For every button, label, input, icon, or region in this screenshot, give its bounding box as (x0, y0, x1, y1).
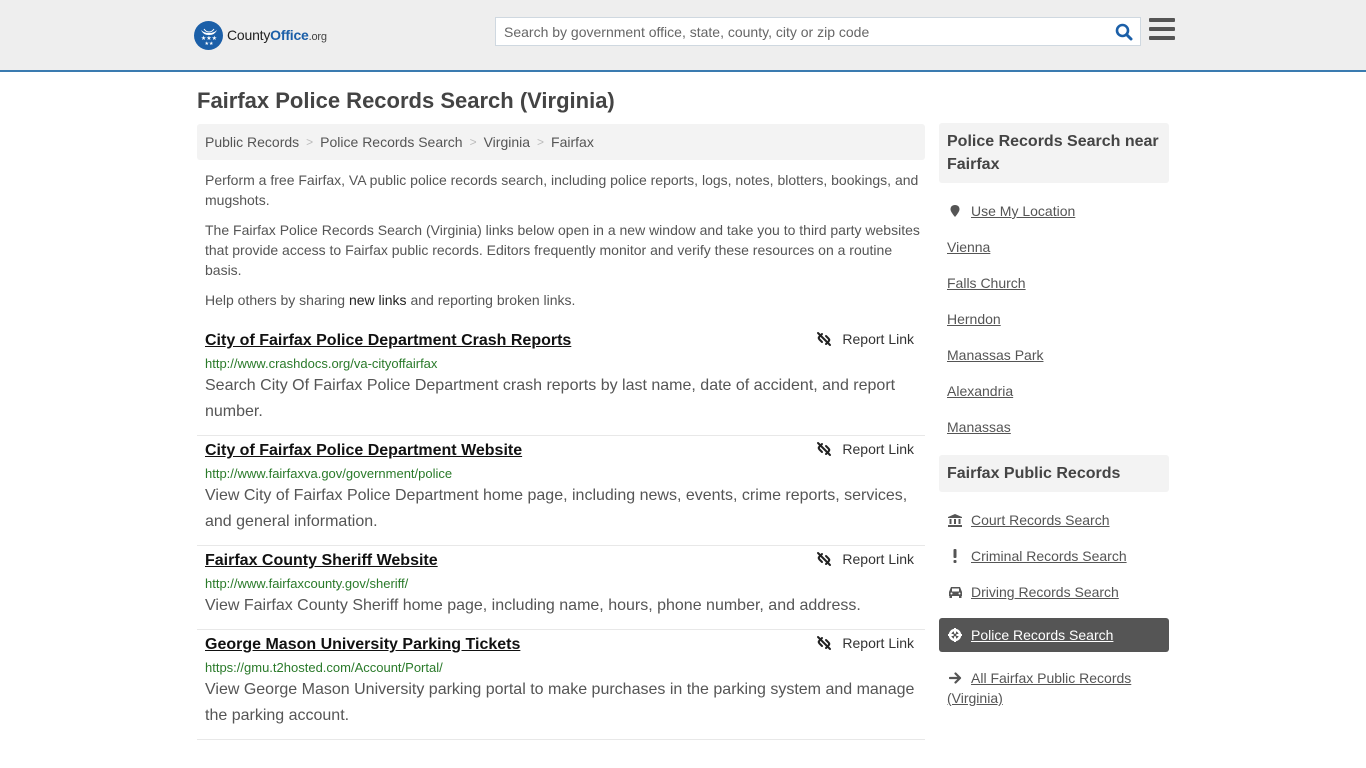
police-records-link[interactable]: Police Records Search (971, 625, 1113, 645)
broken-link-icon (817, 332, 832, 346)
breadcrumb-separator: > (306, 135, 314, 149)
city-link-falls-church[interactable]: Falls Church (947, 273, 1026, 293)
result-description: View George Mason University parking por… (205, 681, 915, 724)
public-records-list: Court Records Search Criminal Records Se… (939, 492, 1169, 708)
site-header: ★★★ ★★ CountyOffice.org (0, 0, 1366, 72)
breadcrumb-police-records-search[interactable]: Police Records Search (320, 134, 462, 150)
breadcrumb-public-records[interactable]: Public Records (205, 134, 299, 150)
eagle-stars-logo-icon: ★★★ ★★ (194, 20, 223, 50)
result-item: City of Fairfax Police Department Websit… (197, 436, 925, 546)
report-link-button[interactable]: Report Link (816, 331, 914, 347)
public-records-item: Driving Records Search (947, 582, 1161, 602)
nearby-city-item: Alexandria (947, 381, 1161, 401)
city-link-alexandria[interactable]: Alexandria (947, 381, 1013, 401)
all-public-records-item: All Fairfax Public Records (Virginia) (947, 668, 1161, 708)
public-records-item-active: Police Records Search (939, 618, 1169, 652)
intro-paragraph-2: The Fairfax Police Records Search (Virgi… (205, 222, 920, 278)
result-title-link[interactable]: Fairfax County Sheriff Website (205, 550, 438, 572)
breadcrumb-virginia[interactable]: Virginia (484, 134, 530, 150)
public-records-item: Criminal Records Search (947, 546, 1161, 566)
result-description: View Fairfax County Sheriff home page, i… (205, 597, 861, 614)
intro-paragraph-3: Help others by sharing new links and rep… (205, 292, 576, 308)
logo-text: CountyOffice.org (227, 27, 327, 43)
courthouse-icon (947, 510, 963, 530)
breadcrumb-separator: > (469, 135, 477, 149)
breadcrumb-separator: > (537, 135, 545, 149)
arrow-right-icon (947, 668, 963, 688)
report-link-button[interactable]: Report Link (816, 635, 914, 651)
result-url: https://gmu.t2hosted.com/Account/Portal/ (205, 660, 443, 675)
site-logo[interactable]: ★★★ ★★ CountyOffice.org (194, 20, 327, 50)
result-url: http://www.fairfaxva.gov/government/poli… (205, 466, 453, 481)
svg-text:★★: ★★ (204, 41, 213, 46)
nearby-list: Use My Location Vienna Falls Church Hern… (939, 183, 1169, 437)
breadcrumb-fairfax[interactable]: Fairfax (551, 134, 594, 150)
search-input[interactable] (496, 18, 1108, 45)
broken-link-icon (817, 442, 832, 456)
new-links-link[interactable]: new links (349, 292, 407, 308)
nearby-city-item: Manassas Park (947, 345, 1161, 365)
car-icon (947, 582, 963, 602)
nearby-heading: Police Records Search near Fairfax (939, 123, 1169, 183)
criminal-records-link[interactable]: Criminal Records Search (971, 546, 1127, 566)
search-button[interactable] (1108, 18, 1140, 45)
result-title-link[interactable]: City of Fairfax Police Department Crash … (205, 330, 571, 352)
city-link-manassas[interactable]: Manassas (947, 417, 1011, 437)
result-item: George Mason University Parking Tickets … (197, 630, 925, 740)
city-link-vienna[interactable]: Vienna (947, 237, 990, 257)
driving-records-link[interactable]: Driving Records Search (971, 582, 1119, 602)
map-marker-icon (947, 201, 963, 221)
city-link-herndon[interactable]: Herndon (947, 309, 1001, 329)
result-description: Search City Of Fairfax Police Department… (205, 377, 896, 420)
city-link-manassas-park[interactable]: Manassas Park (947, 345, 1043, 365)
broken-link-icon (817, 636, 832, 650)
result-url: http://www.crashdocs.org/va-cityoffairfa… (205, 356, 438, 371)
all-public-records-link[interactable]: All Fairfax Public Records (Virginia) (947, 670, 1131, 706)
use-my-location-link[interactable]: Use My Location (971, 201, 1075, 221)
report-link-button[interactable]: Report Link (816, 551, 914, 567)
nearby-city-item: Falls Church (947, 273, 1161, 293)
intro-text: Perform a free Fairfax, VA public police… (205, 170, 920, 320)
hamburger-menu-icon[interactable] (1149, 18, 1175, 42)
broken-link-icon (817, 552, 832, 566)
results-list: City of Fairfax Police Department Crash … (197, 326, 925, 740)
result-title-link[interactable]: George Mason University Parking Tickets (205, 634, 520, 656)
breadcrumb: Public Records > Police Records Search >… (197, 124, 925, 160)
result-title-link[interactable]: City of Fairfax Police Department Websit… (205, 440, 522, 462)
result-description: View City of Fairfax Police Department h… (205, 487, 908, 530)
use-my-location-item: Use My Location (947, 201, 1161, 221)
page-title: Fairfax Police Records Search (Virginia) (197, 88, 615, 113)
nearby-city-item: Manassas (947, 417, 1161, 437)
crosshair-icon (947, 625, 963, 645)
sidebar: Police Records Search near Fairfax Use M… (939, 123, 1169, 724)
report-link-button[interactable]: Report Link (816, 441, 914, 457)
nearby-city-item: Herndon (947, 309, 1161, 329)
public-records-heading: Fairfax Public Records (939, 455, 1169, 492)
search-bar (495, 17, 1141, 46)
result-item: City of Fairfax Police Department Crash … (197, 326, 925, 436)
exclamation-icon (947, 546, 963, 566)
search-icon (1115, 23, 1133, 40)
intro-paragraph-1: Perform a free Fairfax, VA public police… (205, 172, 919, 208)
nearby-city-item: Vienna (947, 237, 1161, 257)
public-records-item: Court Records Search (947, 510, 1161, 530)
result-url: http://www.fairfaxcounty.gov/sheriff/ (205, 576, 409, 591)
result-item: Fairfax County Sheriff Website Report Li… (197, 546, 925, 630)
court-records-link[interactable]: Court Records Search (971, 510, 1110, 530)
